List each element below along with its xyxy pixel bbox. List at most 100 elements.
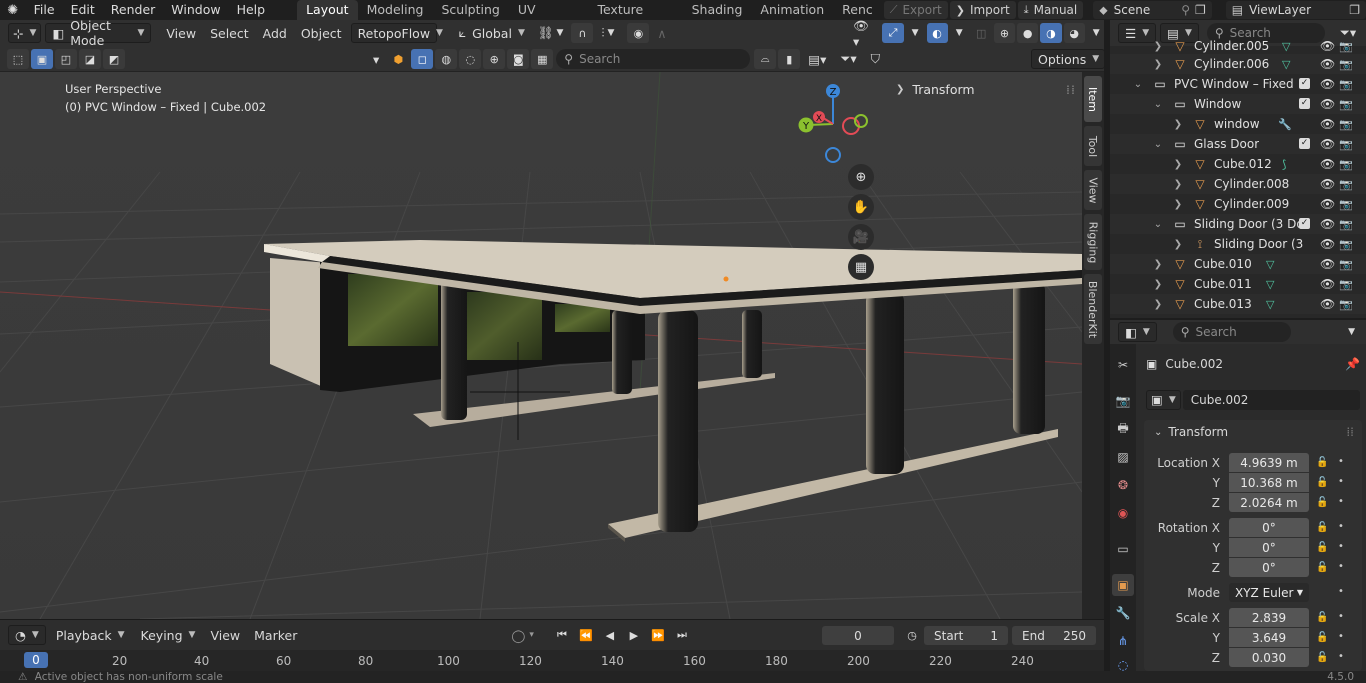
expand-arrow-icon[interactable]: ❯: [1172, 179, 1184, 190]
pivot-point-button[interactable]: ⛓ ▼: [531, 23, 571, 43]
render-camera-icon[interactable]: 📷: [1339, 218, 1353, 231]
collapse-arrow-icon[interactable]: ⌄: [1152, 139, 1164, 150]
menu-add[interactable]: Add: [256, 23, 294, 43]
expand-arrow-icon[interactable]: ❯: [1172, 199, 1184, 210]
menu-window[interactable]: Window: [163, 0, 228, 20]
expand-arrow-icon[interactable]: ❯: [1152, 299, 1164, 310]
tab-texture-paint[interactable]: Texture Paint: [588, 0, 682, 37]
location-y-field[interactable]: 10.368 m: [1229, 473, 1309, 492]
expand-arrow-icon[interactable]: ❯: [1172, 159, 1184, 170]
object-tab-icon[interactable]: ▣: [1112, 574, 1134, 596]
menu-render[interactable]: Render: [103, 0, 164, 20]
lock-icon[interactable]: 🔓: [1316, 497, 1328, 508]
collection-tab-icon[interactable]: ▭: [1112, 538, 1134, 560]
rendered-shading-icon[interactable]: ◕: [1063, 23, 1085, 43]
snap-toggle-icon[interactable]: ∩: [571, 23, 594, 43]
properties-search-input[interactable]: ⚲ Search: [1172, 322, 1291, 342]
display-mode-icon[interactable]: ▤▾: [801, 49, 833, 69]
lock-icon[interactable]: 🔓: [1316, 562, 1328, 573]
render-camera-icon[interactable]: 📷: [1339, 40, 1353, 53]
outliner-row[interactable]: ⌄ ▭ Sliding Door (3 Doo ✓ 👁 📷: [1110, 214, 1366, 234]
outliner-row[interactable]: ❯ ▽ Cube.011 ▽ 👁 📷: [1110, 274, 1366, 294]
retopoflow-dropdown[interactable]: RetopoFlow ▼: [350, 23, 443, 43]
drag-handle-icon[interactable]: ⁞⁞: [1066, 82, 1076, 97]
keyframe-dot-icon[interactable]: •: [1338, 476, 1344, 487]
lock-icon[interactable]: 🔓: [1316, 522, 1328, 533]
menu-file[interactable]: File: [26, 0, 63, 20]
auto-keying-icon[interactable]: ◯ ▾: [504, 625, 541, 645]
lock-icon[interactable]: 🔓: [1316, 652, 1328, 663]
properties-editor-type-dropdown[interactable]: ◧ ▼: [1118, 322, 1157, 342]
mode-dropdown[interactable]: ◧ Object Mode ▼: [45, 18, 152, 48]
visibility-eye-icon[interactable]: 👁: [1320, 217, 1335, 231]
tab-layout[interactable]: Layout: [297, 0, 358, 20]
expand-arrow-icon[interactable]: ❯: [1172, 239, 1184, 250]
render-camera-icon[interactable]: 📷: [1339, 258, 1353, 271]
3d-viewport[interactable]: Z Y X User Perspective (0) PVC Window – …: [0, 72, 1104, 619]
visibility-eye-icon[interactable]: 👁: [1320, 117, 1335, 131]
world-icon[interactable]: ⊕: [483, 49, 506, 69]
shading-dropdown-icon[interactable]: ▼: [1086, 23, 1107, 43]
visibility-icon[interactable]: 👁▾: [846, 18, 881, 49]
pin-icon[interactable]: 📌: [1345, 357, 1360, 371]
location-z-field[interactable]: 2.0264 m: [1229, 493, 1309, 512]
outliner-row[interactable]: ❯ ⟟ Sliding Door (3 👁 📷: [1110, 234, 1366, 254]
visibility-eye-icon[interactable]: 👁: [1320, 297, 1335, 311]
tab-view[interactable]: View: [1084, 170, 1102, 210]
outliner-row[interactable]: ❯ ▽ Cube.013 ▽ 👁 📷: [1110, 294, 1366, 314]
outliner-row[interactable]: ❯ ▽ Cylinder.009 👁 📷: [1110, 194, 1366, 214]
play-icon[interactable]: ▶: [623, 625, 645, 645]
render-camera-icon[interactable]: 📷: [1339, 178, 1353, 191]
overlay-collapse-icon[interactable]: ▾: [366, 49, 386, 69]
gizmo-toggle-icon[interactable]: ⤢: [882, 23, 904, 43]
timeline-marker-menu[interactable]: Marker: [247, 625, 304, 645]
render-camera-icon[interactable]: 📷: [1339, 118, 1353, 131]
tool-tab-icon[interactable]: ✂: [1112, 354, 1134, 376]
menu-edit[interactable]: Edit: [63, 0, 103, 20]
play-reverse-icon[interactable]: ◀: [599, 625, 621, 645]
keyframe-dot-icon[interactable]: •: [1338, 631, 1344, 642]
playback-dropdown[interactable]: Playback ▼: [50, 625, 131, 645]
proportional-editing-icon[interactable]: ◉: [627, 23, 650, 43]
expand-arrow-icon[interactable]: ❯: [1152, 279, 1164, 290]
perspective-toggle-icon[interactable]: ▦: [848, 254, 874, 280]
render-tab-icon[interactable]: 📷: [1112, 390, 1134, 412]
jump-start-icon[interactable]: ⏮: [551, 625, 573, 645]
expand-arrow-icon[interactable]: ❯: [1152, 41, 1164, 52]
select-extend-icon[interactable]: ▣: [31, 49, 53, 69]
view-layer-tab-icon[interactable]: ▨: [1112, 446, 1134, 468]
blender-logo-icon[interactable]: ✺: [0, 0, 26, 20]
colored-cube-icon[interactable]: ⬢: [387, 49, 409, 69]
outliner-row[interactable]: ⌄ ▭ Glass Door ✓ 👁 📷: [1110, 134, 1366, 154]
render-camera-icon[interactable]: 📷: [1339, 278, 1353, 291]
transform-panel-header[interactable]: ⌄ Transform ⁞⁞: [1144, 420, 1362, 444]
keyframe-dot-icon[interactable]: •: [1338, 586, 1344, 597]
outliner-row[interactable]: ❯ ▽ Cube.012 ⟆ 👁 📷: [1110, 154, 1366, 174]
visibility-eye-icon[interactable]: 👁: [1320, 39, 1335, 53]
menu-help[interactable]: Help: [229, 0, 274, 20]
object-name-field[interactable]: Cube.002: [1182, 389, 1360, 410]
timeline-view-menu[interactable]: View: [203, 625, 247, 645]
editor-type-dropdown[interactable]: ⊹ ▼: [8, 23, 42, 43]
select-subtract-icon[interactable]: ◰: [55, 49, 77, 69]
modifier-tab-icon[interactable]: 🔧: [1112, 602, 1134, 624]
world-tab-icon[interactable]: ◉: [1112, 502, 1134, 524]
tab-item[interactable]: Item: [1084, 76, 1102, 122]
tab-rigging[interactable]: Rigging: [1084, 214, 1102, 270]
tab-sculpting[interactable]: Sculpting: [432, 0, 508, 20]
rotation-mode-dropdown[interactable]: XYZ Euler ▼: [1229, 583, 1309, 602]
menu-view[interactable]: View: [159, 23, 203, 43]
snap-target-button[interactable]: ⫶ ▼: [594, 23, 621, 43]
keyframe-dot-icon[interactable]: •: [1338, 521, 1344, 532]
filter-icon-6[interactable]: ▦: [531, 49, 554, 69]
camera-view-icon[interactable]: 🎥: [848, 224, 874, 250]
keying-dropdown[interactable]: Keying ▼: [135, 625, 202, 645]
lock-icon[interactable]: 🔓: [1316, 542, 1328, 553]
outliner-row[interactable]: ❯ ▽ Cylinder.006 ▽ 👁 📷: [1110, 54, 1366, 74]
scale-y-field[interactable]: 3.649: [1229, 628, 1309, 647]
keyframe-dot-icon[interactable]: •: [1338, 541, 1344, 552]
playhead[interactable]: 0: [24, 652, 48, 668]
render-camera-icon[interactable]: 📷: [1339, 58, 1353, 71]
select-invert-icon[interactable]: ◪: [79, 49, 101, 69]
bookmark-icon[interactable]: ▮: [778, 49, 801, 69]
